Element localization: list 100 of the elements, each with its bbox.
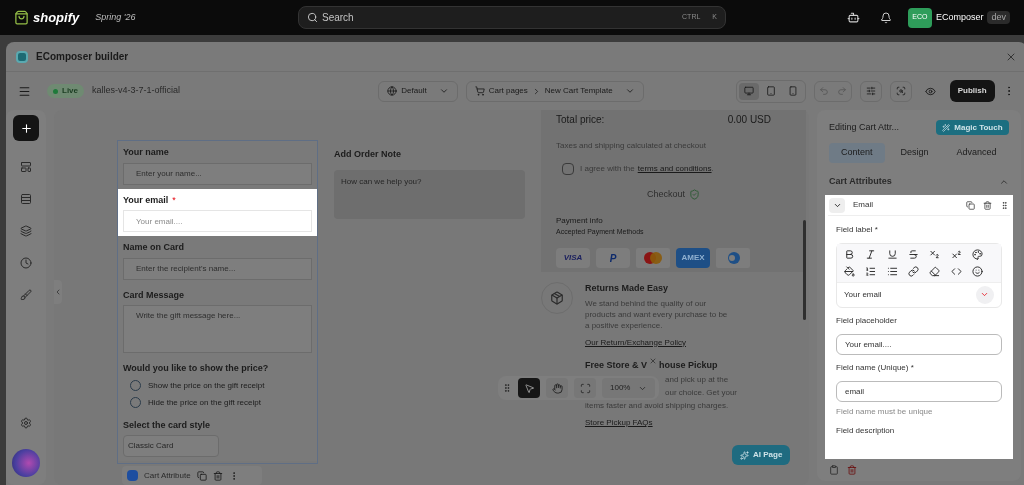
publish-button[interactable]: Publish	[949, 80, 995, 102]
field-label: Card Message	[123, 288, 185, 302]
cart-icon	[474, 86, 485, 96]
globe-icon	[387, 86, 398, 96]
field-name-input[interactable]: email	[836, 380, 1002, 402]
brush-icon[interactable]	[20, 289, 32, 301]
terms-link[interactable]: terms and conditions	[637, 163, 712, 175]
package-icon	[550, 291, 564, 305]
element-name: Cart Attribute	[144, 469, 191, 482]
description-label: Field description	[836, 424, 896, 437]
code-icon[interactable]	[950, 265, 962, 277]
amex-logo: AMEX	[676, 248, 710, 268]
layers-icon[interactable]	[20, 225, 32, 237]
section-header[interactable]: Cart Attributes	[817, 175, 1021, 189]
field-label-title: Field label *	[836, 223, 879, 236]
sections-icon[interactable]	[20, 193, 32, 205]
language-dropdown[interactable]: Default	[378, 80, 458, 102]
hand-tool[interactable]	[546, 378, 568, 398]
ai-page-button[interactable]: AI Page	[732, 445, 791, 465]
help-text: Field name must be unique	[836, 405, 934, 418]
breadcrumb-item[interactable]: Cart pages	[488, 85, 528, 97]
duplicate-icon[interactable]	[196, 470, 207, 481]
text-input[interactable]: Enter the recipient's name...	[123, 257, 312, 280]
superscript-icon[interactable]	[950, 248, 962, 260]
scan-icon	[579, 382, 591, 394]
delete-icon[interactable]	[847, 465, 857, 475]
fit-tool[interactable]	[574, 378, 596, 398]
assistant-icon[interactable]	[846, 11, 860, 24]
preview-icon[interactable]	[925, 85, 937, 97]
expand-toggle[interactable]	[829, 197, 845, 213]
project-name: kalles-v4-3-7-1-official	[92, 84, 180, 98]
zoom-dropdown[interactable]: 100%	[602, 378, 656, 398]
paint-bucket-icon[interactable]	[844, 265, 855, 277]
radio-label: Show the price on the gift receipt	[148, 379, 265, 392]
page-breadcrumb[interactable]: Cart pages New Cart Template	[465, 80, 644, 102]
panel-tab[interactable]: Content	[829, 143, 885, 163]
drag-handle-icon[interactable]	[502, 383, 512, 393]
eraser-icon[interactable]	[929, 265, 941, 277]
desktop-view-button[interactable]	[738, 82, 759, 100]
subscript-icon[interactable]	[929, 248, 941, 260]
required-mark: *	[172, 193, 176, 207]
paypal-logo: P	[596, 248, 630, 268]
inspect-icon[interactable]	[895, 86, 906, 96]
select-tool[interactable]	[518, 378, 540, 398]
visa-logo: VISA	[556, 248, 590, 268]
add-button[interactable]	[13, 115, 39, 141]
feature-link[interactable]: Our Return/Exchange Policy	[585, 336, 730, 349]
tablet-icon	[765, 86, 776, 96]
diners-logo	[716, 248, 750, 268]
panel-tab[interactable]: Design	[888, 143, 941, 163]
breadcrumb-item[interactable]: New Cart Template	[544, 85, 613, 97]
clipboard-icon[interactable]	[829, 465, 839, 475]
bullet-list-icon[interactable]	[886, 265, 898, 277]
settings-icon[interactable]	[20, 417, 32, 429]
message-textarea[interactable]: Write the gift message here...	[123, 305, 312, 353]
wand-icon	[942, 123, 951, 132]
strikethrough-icon[interactable]	[908, 248, 920, 260]
placeholder-label: Field placeholder	[836, 314, 898, 327]
duplicate-icon[interactable]	[965, 200, 975, 210]
feature-link[interactable]: Store Pickup FAQs	[585, 417, 750, 429]
field-label: Select the card style	[123, 418, 211, 432]
underline-icon[interactable]	[886, 248, 898, 260]
text-input[interactable]: Enter your name...	[123, 162, 312, 185]
radio-label: Hide the price on the gift receipt	[148, 396, 261, 409]
delete-icon[interactable]	[212, 470, 223, 481]
link-icon[interactable]	[908, 265, 920, 277]
agree-checkbox[interactable]	[562, 163, 574, 175]
field-name-label: Field name (Unique) *	[836, 361, 915, 374]
panel-tab[interactable]: Advanced	[944, 143, 1009, 163]
drag-handle-icon[interactable]	[999, 200, 1009, 210]
assistant-orb-icon[interactable]	[12, 449, 40, 477]
layout-icon[interactable]	[20, 161, 32, 173]
history-icon[interactable]	[20, 257, 32, 269]
italic-icon[interactable]	[865, 248, 877, 260]
hand-icon	[551, 382, 563, 394]
menu-icon[interactable]	[18, 84, 31, 98]
order-note-field[interactable]: How can we help you?	[334, 169, 525, 219]
field-label: Name on Card	[123, 241, 184, 254]
emoji-icon[interactable]	[972, 265, 984, 277]
sparkles-icon	[740, 450, 749, 460]
numbered-list-icon[interactable]	[865, 265, 877, 277]
chevron-down-icon	[624, 86, 635, 96]
field-label: Your email	[123, 193, 169, 207]
checkout-button[interactable]: Checkout	[647, 188, 700, 202]
feature-title: Free Store & V	[585, 358, 648, 372]
palette-icon[interactable]	[972, 248, 984, 260]
card-style-select[interactable]: Classic Card	[123, 435, 219, 457]
element-icon	[127, 470, 138, 481]
feature-title: Returns Made Easy	[585, 282, 669, 295]
chevron-down-icon	[438, 86, 449, 96]
notification-icon[interactable]	[879, 11, 892, 24]
placeholder-input[interactable]: Your email....	[836, 333, 1002, 355]
close-icon[interactable]	[649, 357, 658, 366]
attribute-name: Email	[853, 199, 874, 211]
magic-touch-button[interactable]: Magic Touch	[936, 120, 1009, 135]
bold-icon[interactable]	[844, 248, 855, 260]
sliders-icon[interactable]	[865, 86, 876, 96]
delete-icon[interactable]	[982, 200, 992, 210]
total-label: Total price:	[556, 113, 605, 127]
chevron-down-icon[interactable]	[980, 290, 990, 299]
